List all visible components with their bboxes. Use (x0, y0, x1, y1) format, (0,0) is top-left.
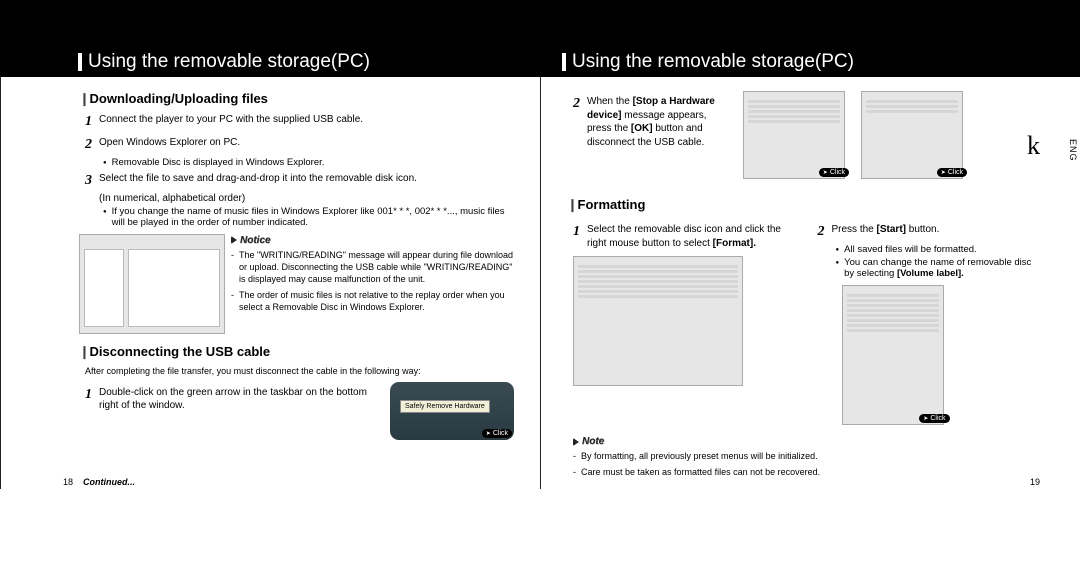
page-left: Downloading/Uploading files 1Connect the… (0, 77, 540, 489)
notice-item: The "WRITING/READING" message will appea… (231, 249, 514, 285)
step-3: Select the file to save and drag-and-dro… (99, 172, 514, 191)
heading-formatting: Formatting (567, 197, 1040, 213)
screenshot-confirm (861, 91, 963, 179)
notice-block: Notice The "WRITING/READING" message wil… (231, 234, 514, 334)
heading-download-upload: Downloading/Uploading files (79, 91, 514, 107)
language-tab: ENG (1068, 139, 1078, 162)
disconnect-intro: After completing the file transfer, you … (85, 366, 514, 376)
step-2: Open Windows Explorer on PC. (99, 136, 514, 155)
title-band: Using the removable storage(PC) Using th… (0, 47, 1080, 77)
note-item: By formatting, all previously preset men… (573, 450, 1040, 462)
notice-label: Notice (231, 234, 271, 248)
page-number-right: 19 (1030, 477, 1040, 487)
click-badge: Click (937, 168, 967, 177)
page-title-left: Using the removable storage(PC) (78, 53, 370, 71)
page-title-right: Using the removable storage(PC) (562, 53, 854, 71)
click-badge: Click (482, 429, 512, 438)
screenshot-explorer (79, 234, 225, 334)
format-step-1: Select the removable disc icon and click… (587, 223, 796, 250)
screenshot-stop-hardware (743, 91, 845, 179)
continued-label: Continued... (83, 477, 135, 487)
notice-item: The order of music files is not relative… (231, 289, 514, 313)
click-badge: Click (819, 168, 849, 177)
format-sub-b: You can change the name of removable dis… (836, 257, 1041, 279)
step-1: Connect the player to your PC with the s… (99, 113, 514, 132)
screenshot-explorer-format (573, 256, 743, 386)
page-right: 2 When the [Stop a Hardware device] mess… (540, 77, 1080, 489)
format-step-2: Press the [Start] button. (832, 223, 1041, 242)
right-step-2: When the [Stop a Hardware device] messag… (587, 95, 733, 177)
note-label: Note (573, 435, 604, 449)
black-band-top (0, 0, 1080, 47)
note-item: Care must be taken as formatted files ca… (573, 466, 1040, 478)
taskbar-bubble: Safely Remove Hardware (400, 400, 490, 413)
screenshot-format-dialog (842, 285, 944, 425)
disconnect-step-1: Double-click on the green arrow in the t… (99, 386, 380, 438)
heading-disconnect-usb: Disconnecting the USB cable (79, 344, 514, 360)
step-3-sub: If you change the name of music files in… (103, 206, 514, 228)
page-number-left: 18 (63, 477, 73, 487)
note-block: Note By formatting, all previously prese… (573, 435, 1040, 478)
format-sub-a: All saved files will be formatted. (836, 244, 1041, 255)
step-2-sub: Removable Disc is displayed in Windows E… (103, 157, 514, 168)
k-mark: k (1027, 131, 1040, 161)
click-badge: Click (919, 414, 949, 423)
step-3-paren: (In numerical, alphabetical order) (99, 193, 514, 204)
